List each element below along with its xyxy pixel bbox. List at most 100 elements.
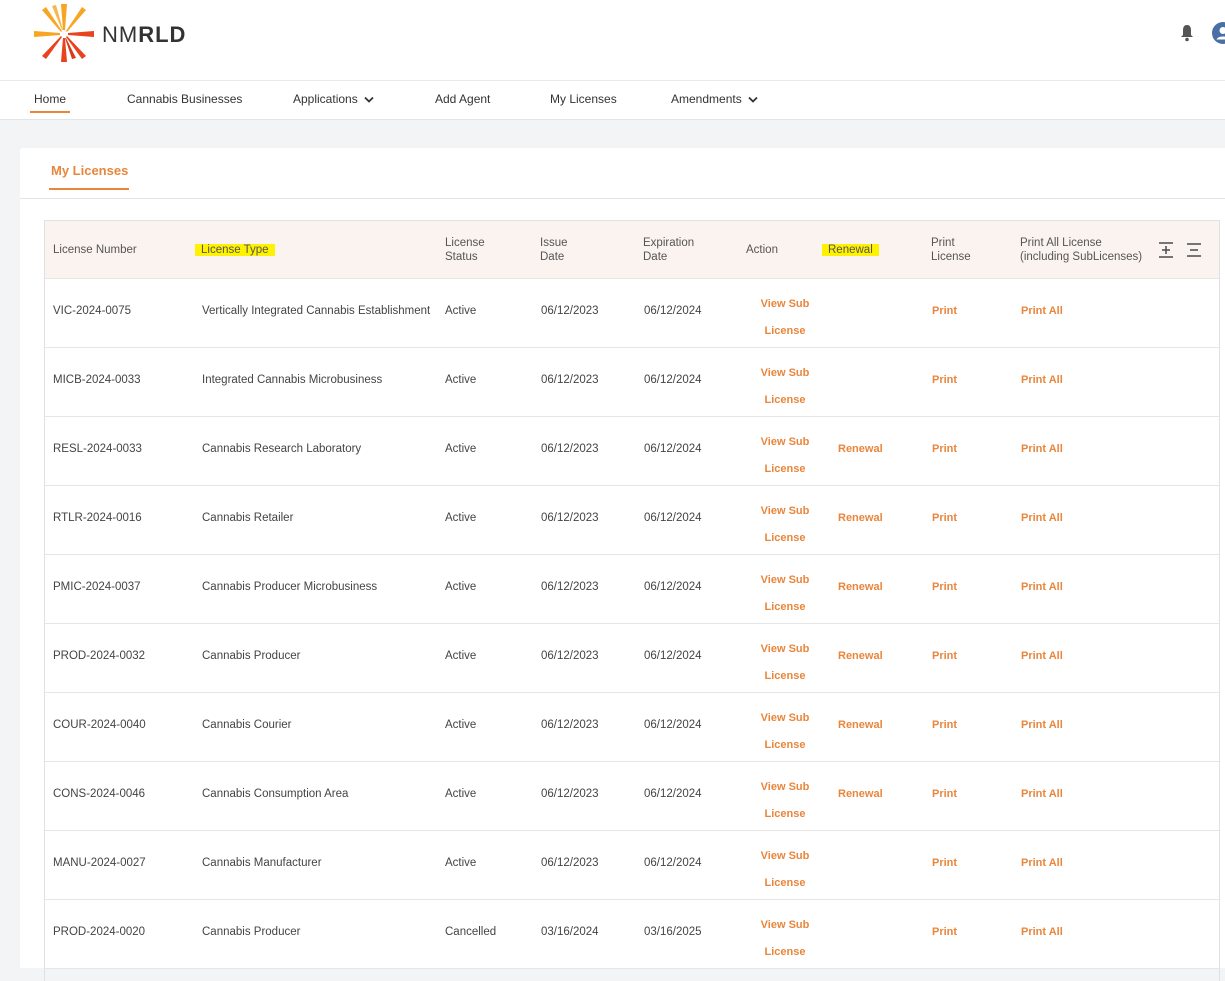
view-sub-line1: View Sub <box>750 774 820 801</box>
renewal-link[interactable]: Renewal <box>838 512 883 524</box>
cell-expiration-date: 06/12/2024 <box>644 650 702 662</box>
cell-license-status: Active <box>445 719 476 731</box>
print-all-link[interactable]: Print All <box>1021 926 1063 938</box>
print-all-link[interactable]: Print All <box>1021 857 1063 869</box>
cell-expiration-date: 03/16/2025 <box>644 926 702 938</box>
cell-issue-date: 06/12/2023 <box>541 512 599 524</box>
renewal-link[interactable]: Renewal <box>838 443 883 455</box>
cell-license-type: Vertically Integrated Cannabis Establish… <box>202 305 430 317</box>
renewal-link[interactable]: Renewal <box>838 788 883 800</box>
cell-license-status: Active <box>445 374 476 386</box>
table-row: PROD-2024-0032Cannabis ProducerActive06/… <box>45 624 1219 693</box>
header-issue-line1: Issue <box>540 236 568 250</box>
cell-issue-date: 06/12/2023 <box>541 443 599 455</box>
view-sub-line2: License <box>750 387 820 414</box>
view-sub-license-link[interactable]: View SubLicense <box>750 429 820 483</box>
print-link[interactable]: Print <box>932 926 957 938</box>
view-sub-license-link[interactable]: View SubLicense <box>750 498 820 552</box>
expand-rows-icon[interactable] <box>1157 241 1175 259</box>
view-sub-line1: View Sub <box>750 429 820 456</box>
view-sub-license-link[interactable]: View SubLicense <box>750 774 820 828</box>
view-sub-line2: License <box>750 939 820 966</box>
licenses-table: License Number License Type LicenseStatu… <box>44 220 1220 981</box>
table-row: CONS-2024-0046Cannabis Consumption AreaA… <box>45 762 1219 831</box>
user-icon[interactable] <box>1212 22 1225 44</box>
cell-expiration-date: 06/12/2024 <box>644 443 702 455</box>
view-sub-line1: View Sub <box>750 636 820 663</box>
print-link[interactable]: Print <box>932 857 957 869</box>
table-header: License Number License Type LicenseStatu… <box>45 221 1219 279</box>
header-expiration-date: ExpirationDate <box>643 236 694 264</box>
header-print-line1: Print <box>931 236 971 250</box>
view-sub-line1: View Sub <box>750 498 820 525</box>
view-sub-license-link[interactable]: View SubLicense <box>750 291 820 345</box>
header-license-number: License Number <box>53 243 137 257</box>
cell-expiration-date: 06/12/2024 <box>644 788 702 800</box>
print-link[interactable]: Print <box>932 443 957 455</box>
print-link[interactable]: Print <box>932 512 957 524</box>
renewal-link[interactable]: Renewal <box>838 719 883 731</box>
print-all-link[interactable]: Print All <box>1021 305 1063 317</box>
header-renewal: Renewal <box>822 243 879 257</box>
print-all-link[interactable]: Print All <box>1021 374 1063 386</box>
cell-license-type: Cannabis Producer <box>202 650 300 662</box>
nav-amendments[interactable]: Amendments <box>671 81 758 119</box>
print-link[interactable]: Print <box>932 719 957 731</box>
print-link[interactable]: Print <box>932 581 957 593</box>
cell-expiration-date: 06/12/2024 <box>644 581 702 593</box>
header-action: Action <box>746 243 778 257</box>
view-sub-license-link[interactable]: View SubLicense <box>750 912 820 966</box>
print-link[interactable]: Print <box>932 788 957 800</box>
cell-issue-date: 06/12/2023 <box>541 788 599 800</box>
print-all-link[interactable]: Print All <box>1021 443 1063 455</box>
view-sub-license-link[interactable]: View SubLicense <box>750 360 820 414</box>
cell-license-number: RESL-2024-0033 <box>53 443 142 455</box>
view-sub-license-link[interactable]: View SubLicense <box>750 705 820 759</box>
nav-add-agent[interactable]: Add Agent <box>435 81 490 119</box>
nav-amendments-label: Amendments <box>671 92 742 106</box>
cell-license-type: Cannabis Retailer <box>202 512 293 524</box>
cell-expiration-date: 06/12/2024 <box>644 374 702 386</box>
header-status-line1: License <box>445 236 485 250</box>
view-sub-line2: License <box>750 870 820 897</box>
print-link[interactable]: Print <box>932 374 957 386</box>
view-sub-license-link[interactable]: View SubLicense <box>750 843 820 897</box>
table-row: PROD-2024-0020Cannabis ProducerCancelled… <box>45 900 1219 969</box>
brand-name: NMRLD <box>102 22 186 48</box>
bell-icon[interactable] <box>1179 24 1195 42</box>
table-row: RTLR-2024-0016Cannabis RetailerActive06/… <box>45 486 1219 555</box>
print-link[interactable]: Print <box>932 650 957 662</box>
nav-applications[interactable]: Applications <box>293 81 374 119</box>
renewal-link[interactable]: Renewal <box>838 581 883 593</box>
print-link[interactable]: Print <box>932 305 957 317</box>
page-title[interactable]: My Licenses <box>51 163 128 178</box>
nav-my-licenses[interactable]: My Licenses <box>550 81 617 119</box>
cell-license-number: COUR-2024-0040 <box>53 719 146 731</box>
print-all-link[interactable]: Print All <box>1021 650 1063 662</box>
renewal-link[interactable]: Renewal <box>838 650 883 662</box>
chevron-down-icon <box>364 96 374 104</box>
logo-star-icon[interactable] <box>30 2 100 64</box>
nav-cannabis-businesses[interactable]: Cannabis Businesses <box>127 81 242 119</box>
cell-license-status: Active <box>445 305 476 317</box>
print-all-link[interactable]: Print All <box>1021 512 1063 524</box>
print-all-link[interactable]: Print All <box>1021 788 1063 800</box>
cell-license-number: PMIC-2024-0037 <box>53 581 141 593</box>
cell-issue-date: 06/12/2023 <box>541 857 599 869</box>
cell-issue-date: 06/12/2023 <box>541 374 599 386</box>
cell-expiration-date: 06/12/2024 <box>644 305 702 317</box>
main-nav: Home Cannabis Businesses Applications Ad… <box>0 81 1225 120</box>
view-sub-license-link[interactable]: View SubLicense <box>750 636 820 690</box>
collapse-rows-icon[interactable] <box>1185 241 1203 259</box>
nav-home[interactable]: Home <box>34 81 66 119</box>
table-row: MICB-2024-0033Integrated Cannabis Microb… <box>45 348 1219 417</box>
cell-license-status: Active <box>445 857 476 869</box>
cell-issue-date: 06/12/2023 <box>541 719 599 731</box>
cell-license-status: Active <box>445 512 476 524</box>
print-all-link[interactable]: Print All <box>1021 719 1063 731</box>
cell-license-type: Cannabis Research Laboratory <box>202 443 361 455</box>
view-sub-line1: View Sub <box>750 705 820 732</box>
view-sub-line2: License <box>750 663 820 690</box>
print-all-link[interactable]: Print All <box>1021 581 1063 593</box>
view-sub-license-link[interactable]: View SubLicense <box>750 567 820 621</box>
